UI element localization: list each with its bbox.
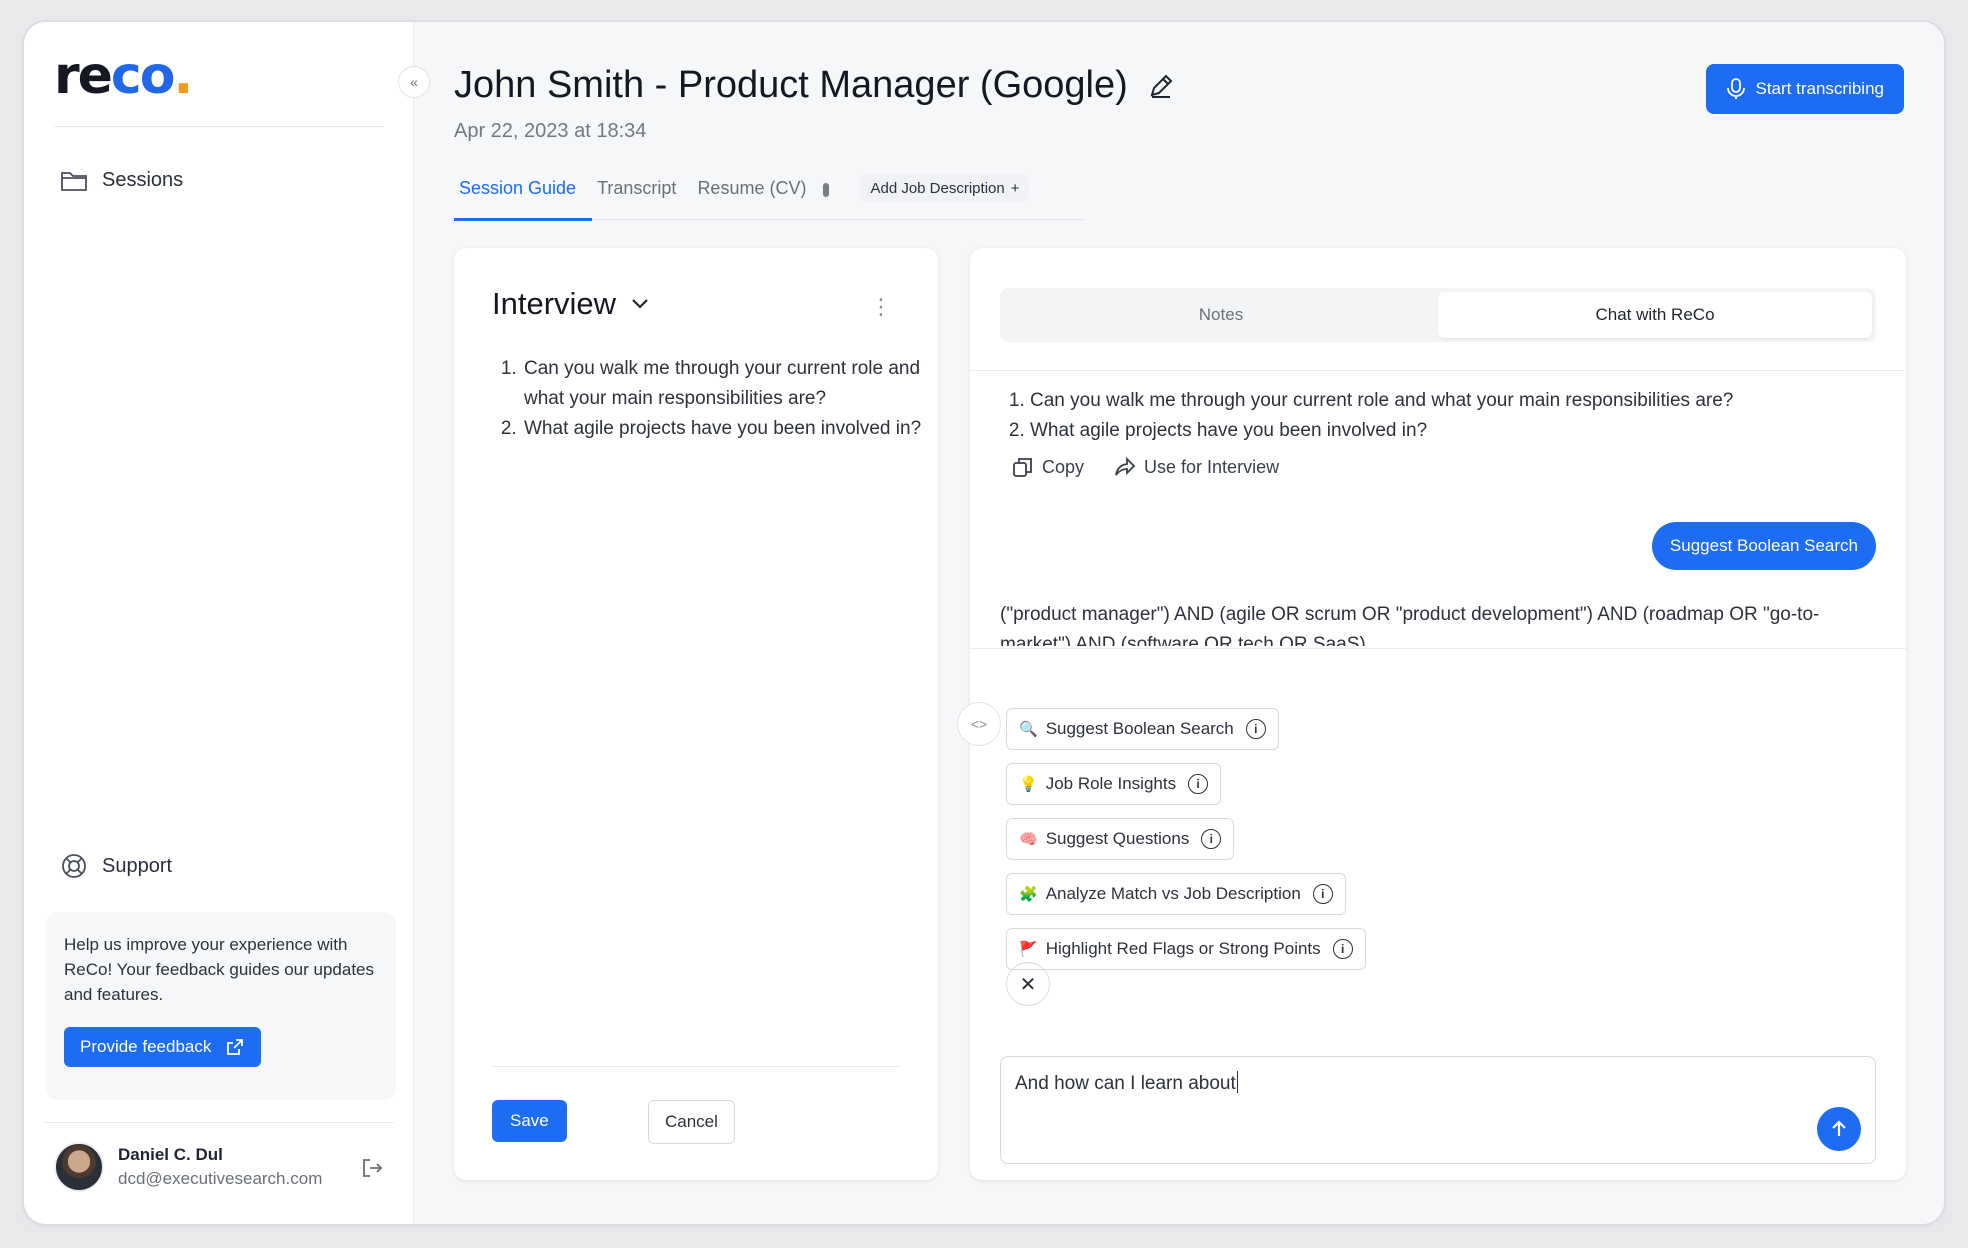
sidebar-divider (54, 126, 384, 127)
suggestion-chip-red-flags[interactable]: 🚩 Highlight Red Flags or Strong Points i (1006, 928, 1366, 970)
session-date: Apr 22, 2023 at 18:34 (454, 120, 647, 142)
cancel-button[interactable]: Cancel (648, 1100, 735, 1144)
list-item: Can you walk me through your current rol… (1030, 386, 1733, 416)
more-options-icon[interactable]: ⋮ (870, 294, 892, 320)
chat-panel-tabs: Notes Chat with ReCo (1000, 288, 1876, 342)
folder-icon (61, 172, 87, 191)
interview-panel: Interview ⋮ Can you walk me through your… (454, 248, 938, 1180)
puzzle-icon: 🧩 (1019, 886, 1038, 903)
code-brackets-icon: <> (970, 716, 988, 732)
divider (492, 1066, 900, 1067)
assistant-answer: Can you walk me through your current rol… (1030, 386, 1733, 446)
brain-icon: 🧠 (1019, 831, 1038, 848)
divider (970, 370, 1906, 371)
info-icon[interactable]: i (1312, 884, 1333, 904)
suggestion-chip-job-role-insights[interactable]: 💡 Job Role Insights i (1006, 763, 1222, 805)
text-cursor (1236, 1071, 1239, 1093)
user-profile[interactable]: Daniel C. Dul dcd@executivesearch.com (54, 1142, 322, 1192)
add-job-description-button[interactable]: Add Job Description + (860, 174, 1030, 202)
provide-feedback-label: Provide feedback (80, 1037, 212, 1056)
page-title: John Smith - Product Manager (Google) (454, 64, 1176, 107)
message-actions: Copy Use for Interview (1012, 456, 1279, 478)
magnifier-icon: 🔍 (1019, 721, 1038, 738)
session-tabs: Session Guide Transcript Resume (CV) Add… (454, 172, 1084, 221)
info-icon[interactable]: i (1201, 829, 1222, 849)
sidebar-item-sessions[interactable]: Sessions (60, 168, 183, 192)
suggestion-chip-suggest-questions[interactable]: 🧠 Suggest Questions i (1006, 818, 1235, 860)
arrow-up-icon (1832, 1120, 1846, 1136)
tab-chat-with-reco[interactable]: Chat with ReCo (1438, 292, 1872, 338)
feedback-card: Help us improve your experience with ReC… (46, 912, 396, 1100)
suggestion-chip-boolean-search[interactable]: 🔍 Suggest Boolean Search i (1006, 708, 1279, 750)
tab-notes[interactable]: Notes (1004, 292, 1438, 338)
feedback-text: Help us improve your experience with ReC… (64, 935, 375, 1004)
chat-input-value: And how can I learn about (1015, 1073, 1236, 1094)
chat-panel: Notes Chat with ReCo Can you walk me thr… (970, 248, 1906, 1180)
app-window: reco. Sessions Support Help us improve y… (24, 22, 1944, 1224)
sidebar-item-label: Sessions (102, 168, 184, 191)
interview-question-list[interactable]: Can you walk me through your current rol… (522, 354, 922, 444)
chat-input[interactable]: And how can I learn about (1000, 1056, 1876, 1164)
start-transcribing-label: Start transcribing (1755, 79, 1885, 98)
list-item: What agile projects have you been involv… (522, 414, 922, 444)
paperclip-icon (823, 183, 830, 197)
logout-icon (363, 1159, 383, 1177)
user-divider (44, 1122, 394, 1123)
copy-button[interactable]: Copy (1012, 456, 1084, 478)
session-title: John Smith - Product Manager (Google) (454, 64, 1128, 106)
sidebar-item-label: Support (102, 854, 173, 877)
close-suggestions-button[interactable]: ✕ (1006, 962, 1050, 1006)
logout-button[interactable] (360, 1156, 384, 1185)
user-message-bubble: Suggest Boolean Search (1651, 522, 1876, 570)
external-link-icon (227, 1039, 244, 1055)
double-chevron-left-icon: « (410, 74, 418, 90)
save-button[interactable]: Save (492, 1100, 567, 1142)
flag-icon: 🚩 (1019, 941, 1038, 958)
use-for-interview-button[interactable]: Use for Interview (1114, 456, 1279, 478)
provide-feedback-button[interactable]: Provide feedback (64, 1027, 262, 1067)
tab-transcript[interactable]: Transcript (592, 172, 692, 220)
user-name: Daniel C. Dul (118, 1145, 223, 1164)
sidebar-item-support[interactable]: Support (60, 852, 172, 880)
interview-title: Interview (492, 286, 617, 321)
boolean-search-result: ("product manager") AND (agile OR scrum … (1000, 604, 1820, 646)
panel-resize-handle[interactable]: <> (957, 702, 1001, 746)
info-icon[interactable]: i (1245, 719, 1266, 739)
copy-icon (1013, 458, 1032, 477)
list-item: Can you walk me through your current rol… (522, 354, 922, 414)
divider (970, 648, 1906, 649)
main-content: John Smith - Product Manager (Google) Ap… (414, 22, 1944, 1224)
info-icon[interactable]: i (1188, 774, 1209, 794)
sidebar: reco. Sessions Support Help us improve y… (24, 22, 414, 1224)
chevron-down-icon (632, 299, 648, 309)
interview-dropdown[interactable]: Interview (492, 286, 650, 322)
close-icon: ✕ (1019, 973, 1037, 996)
send-button[interactable] (1817, 1107, 1861, 1151)
microphone-icon (1726, 78, 1745, 99)
edit-pencil-icon[interactable] (1146, 71, 1176, 101)
tab-resume[interactable]: Resume (CV) (692, 172, 850, 220)
user-email: dcd@executivesearch.com (118, 1169, 323, 1188)
lifebuoy-icon (62, 854, 86, 878)
tab-session-guide[interactable]: Session Guide (454, 172, 593, 221)
start-transcribing-button[interactable]: Start transcribing (1705, 64, 1904, 114)
share-arrow-icon (1115, 456, 1136, 476)
avatar (54, 1142, 104, 1192)
reco-logo[interactable]: reco. (54, 50, 193, 102)
collapse-sidebar-button[interactable]: « (398, 66, 430, 98)
suggestion-chip-analyze-match[interactable]: 🧩 Analyze Match vs Job Description i (1006, 873, 1346, 915)
list-item: What agile projects have you been involv… (1030, 416, 1733, 446)
plus-icon: + (1010, 179, 1020, 197)
info-icon[interactable]: i (1332, 939, 1353, 959)
lightbulb-icon: 💡 (1019, 776, 1038, 793)
